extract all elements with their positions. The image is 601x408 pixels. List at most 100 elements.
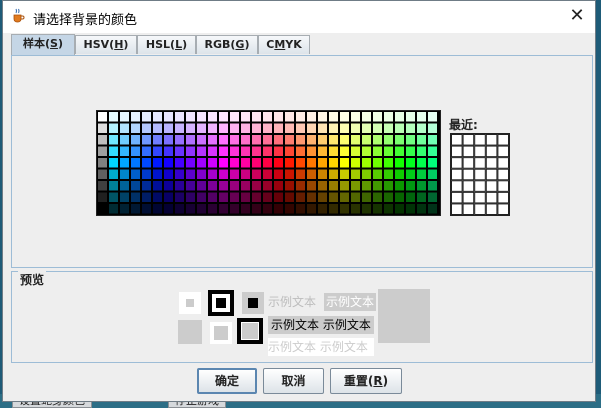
swatch-cell[interactable]: [406, 181, 415, 191]
swatch-cell[interactable]: [340, 135, 349, 145]
swatch-cell[interactable]: [263, 123, 272, 134]
tab-cmyk[interactable]: CMYK: [258, 35, 310, 54]
swatch-cell[interactable]: [120, 181, 129, 191]
swatch-cell[interactable]: [120, 169, 129, 180]
swatch-cell[interactable]: [164, 123, 173, 134]
swatch-cell[interactable]: [428, 192, 437, 203]
swatch-cell[interactable]: [153, 146, 162, 157]
swatch-cell[interactable]: [241, 204, 250, 214]
swatch-cell[interactable]: [109, 204, 118, 214]
swatch-cell[interactable]: [186, 169, 195, 180]
recent-swatch-cell[interactable]: [485, 168, 498, 181]
swatch-cell[interactable]: [329, 146, 338, 157]
swatch-cell[interactable]: [131, 135, 140, 145]
swatch-cell[interactable]: [153, 123, 162, 134]
recent-swatch-cell[interactable]: [474, 168, 486, 181]
swatch-cell[interactable]: [219, 146, 228, 157]
swatch-cell[interactable]: [428, 112, 437, 122]
swatch-cell[interactable]: [329, 112, 338, 122]
swatch-cell[interactable]: [230, 204, 239, 214]
swatch-cell[interactable]: [307, 135, 316, 145]
swatch-cell[interactable]: [142, 146, 151, 157]
recent-swatch-cell[interactable]: [451, 180, 463, 192]
swatch-cell[interactable]: [340, 158, 349, 168]
swatch-cell[interactable]: [351, 204, 360, 214]
swatch-cell[interactable]: [131, 204, 140, 214]
swatch-cell[interactable]: [362, 112, 371, 122]
swatch-cell[interactable]: [208, 204, 217, 214]
swatch-cell[interactable]: [384, 181, 393, 191]
swatch-cell[interactable]: [197, 169, 206, 180]
swatch-cell[interactable]: [395, 181, 404, 191]
swatch-cell[interactable]: [417, 192, 426, 203]
swatch-cell[interactable]: [329, 192, 338, 203]
swatch-cell[interactable]: [263, 135, 272, 145]
swatch-cell[interactable]: [252, 192, 261, 203]
swatch-cell[interactable]: [241, 112, 250, 122]
swatch-cell[interactable]: [406, 112, 415, 122]
swatch-cell[interactable]: [219, 204, 228, 214]
recent-swatch-cell[interactable]: [497, 145, 509, 158]
swatch-cell[interactable]: [384, 112, 393, 122]
swatch-cell[interactable]: [428, 181, 437, 191]
swatch-cell[interactable]: [296, 169, 305, 180]
swatch-cell[interactable]: [109, 123, 118, 134]
swatch-cell[interactable]: [142, 158, 151, 168]
swatch-cell[interactable]: [384, 169, 393, 180]
swatch-cell[interactable]: [241, 158, 250, 168]
swatch-cell[interactable]: [340, 123, 349, 134]
swatch-cell[interactable]: [175, 192, 184, 203]
swatch-cell[interactable]: [406, 158, 415, 168]
swatch-cell[interactable]: [208, 181, 217, 191]
swatch-cell[interactable]: [274, 169, 283, 180]
swatch-cell[interactable]: [318, 181, 327, 191]
swatch-cell[interactable]: [98, 135, 107, 145]
swatch-cell[interactable]: [164, 112, 173, 122]
swatch-cell[interactable]: [252, 181, 261, 191]
swatch-cell[interactable]: [395, 169, 404, 180]
swatch-grid-canvas[interactable]: [97, 111, 440, 215]
swatch-cell[interactable]: [153, 181, 162, 191]
swatch-cell[interactable]: [362, 204, 371, 214]
recent-swatch-cell[interactable]: [497, 203, 509, 215]
swatch-cell[interactable]: [428, 123, 437, 134]
swatch-cell[interactable]: [329, 135, 338, 145]
swatch-cell[interactable]: [373, 204, 382, 214]
swatch-cell[interactable]: [142, 123, 151, 134]
recent-swatch-cell[interactable]: [462, 134, 475, 146]
swatch-cell[interactable]: [175, 135, 184, 145]
swatch-cell[interactable]: [318, 146, 327, 157]
swatch-cell[interactable]: [230, 135, 239, 145]
swatch-cell[interactable]: [307, 204, 316, 214]
swatch-cell[interactable]: [197, 112, 206, 122]
recent-swatch-cell[interactable]: [474, 203, 486, 215]
swatch-cell[interactable]: [109, 135, 118, 145]
swatch-cell[interactable]: [241, 123, 250, 134]
swatch-cell[interactable]: [362, 158, 371, 168]
swatch-cell[interactable]: [351, 158, 360, 168]
swatch-cell[interactable]: [241, 146, 250, 157]
swatch-cell[interactable]: [307, 123, 316, 134]
swatch-cell[interactable]: [296, 158, 305, 168]
swatch-cell[interactable]: [340, 204, 349, 214]
swatch-cell[interactable]: [109, 146, 118, 157]
swatch-cell[interactable]: [142, 181, 151, 191]
swatch-cell[interactable]: [406, 204, 415, 214]
swatch-cell[interactable]: [208, 146, 217, 157]
swatch-cell[interactable]: [164, 204, 173, 214]
swatch-cell[interactable]: [241, 181, 250, 191]
swatch-cell[interactable]: [296, 146, 305, 157]
swatch-cell[interactable]: [164, 169, 173, 180]
swatch-cell[interactable]: [373, 112, 382, 122]
swatch-cell[interactable]: [98, 158, 107, 168]
swatch-cell[interactable]: [395, 192, 404, 203]
swatch-cell[interactable]: [263, 192, 272, 203]
swatch-cell[interactable]: [186, 146, 195, 157]
swatch-cell[interactable]: [285, 181, 294, 191]
swatch-cell[interactable]: [142, 135, 151, 145]
recent-swatch-cell[interactable]: [474, 180, 486, 192]
swatch-cell[interactable]: [153, 192, 162, 203]
swatch-cell[interactable]: [373, 123, 382, 134]
swatch-cell[interactable]: [384, 146, 393, 157]
swatch-cell[interactable]: [362, 181, 371, 191]
